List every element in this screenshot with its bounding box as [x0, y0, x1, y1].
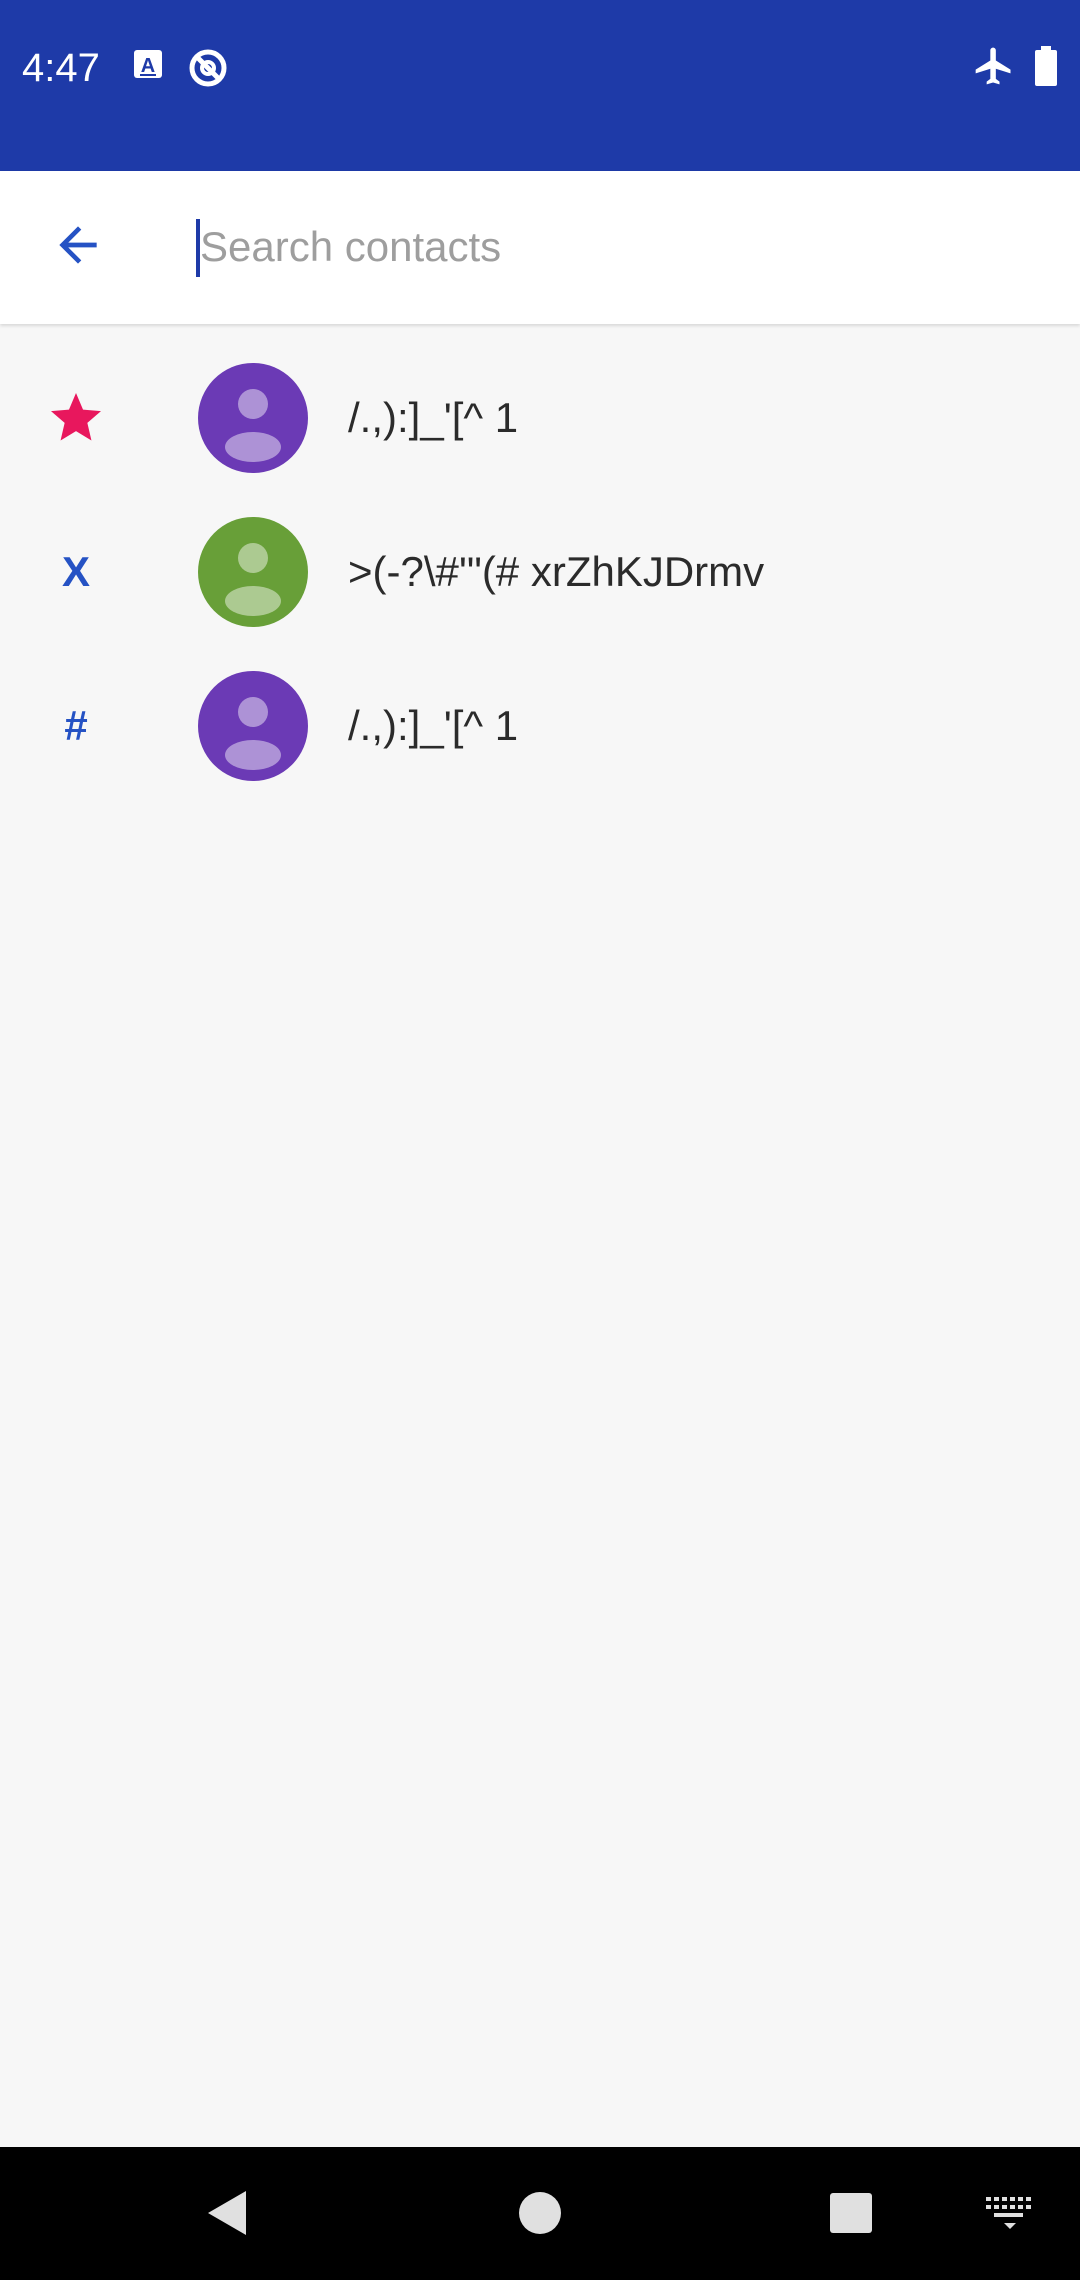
- home-nav-icon: [519, 2192, 561, 2234]
- recents-nav-button[interactable]: [820, 2181, 884, 2245]
- contact-name: /.,):]_'[^ 1: [348, 394, 519, 441]
- back-button[interactable]: [40, 207, 116, 283]
- back-nav-icon: [208, 2191, 246, 2235]
- starred-header: [36, 341, 116, 495]
- a-keyboard-icon: A: [130, 46, 174, 90]
- person-icon: [225, 543, 281, 616]
- status-bar: 4:47 A: [0, 0, 1080, 171]
- section-header-letter: X: [61, 548, 90, 595]
- section-header-symbol: #: [64, 702, 88, 749]
- svg-text:A: A: [141, 55, 155, 77]
- person-icon: [225, 697, 281, 770]
- avatar: [198, 671, 308, 781]
- arrow-back-icon: [59, 226, 97, 264]
- recents-nav-icon: [830, 2193, 872, 2233]
- star-icon: [51, 393, 101, 441]
- keyboard-switch-icon: [986, 2197, 1031, 2229]
- avatar: [198, 517, 308, 627]
- battery-icon: [1030, 44, 1062, 88]
- home-nav-button[interactable]: [500, 2181, 580, 2245]
- search-input[interactable]: [196, 205, 1040, 289]
- status-time: 4:47: [22, 46, 100, 90]
- contact-row[interactable]: /.,):]_'[^ 1: [0, 341, 1080, 495]
- navigation-bar: [0, 2147, 1080, 2280]
- text-cursor: [196, 219, 200, 277]
- keyboard-switch-button[interactable]: [980, 2187, 1040, 2237]
- airplane-mode-icon: [972, 44, 1016, 88]
- no-disturb-icon: [186, 46, 230, 90]
- contacts-search-screen: 4:47 A Search contacts /.,):]_'[^ 1 X >(…: [0, 0, 1080, 2280]
- avatar: [198, 363, 308, 473]
- contact-row[interactable]: # /.,):]_'[^ 1: [0, 649, 1080, 803]
- contact-name: >(-?\#'"(# xrZhKJDrmv: [348, 548, 765, 595]
- back-nav-button[interactable]: [196, 2181, 260, 2245]
- search-toolbar: [0, 171, 1080, 324]
- contact-name: /.,):]_'[^ 1: [348, 702, 519, 749]
- person-icon: [225, 389, 281, 462]
- contact-row[interactable]: X >(-?\#'"(# xrZhKJDrmv: [0, 495, 1080, 649]
